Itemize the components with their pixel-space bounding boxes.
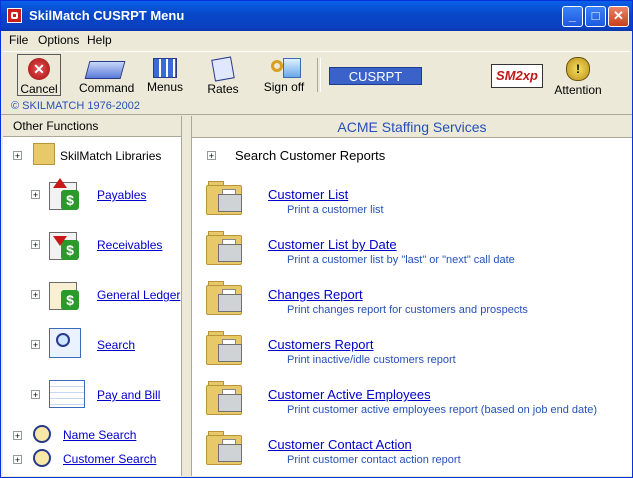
screen-id-field: CUSRPT [329,67,422,85]
skilmatch-libraries[interactable]: SkilMatch Libraries [60,149,161,163]
expand-icon[interactable]: + [31,340,40,350]
title-bar[interactable]: SkilMatch CUSRPT Menu _ □ ✕ [1,1,632,31]
pay-and-bill-link[interactable]: Pay and Bill [97,388,160,402]
library-icon [33,143,55,165]
command-icon [84,61,126,79]
name-search-link[interactable]: Name Search [63,428,136,442]
app-icon[interactable] [7,8,22,23]
expand-icon[interactable]: + [207,151,216,161]
report-changes[interactable]: Changes Report [268,287,363,302]
close-button[interactable]: ✕ [608,6,629,27]
menus-icon [153,58,177,78]
report-customer-list[interactable]: Customer List [268,187,348,202]
rates-button[interactable]: Rates [203,55,243,96]
section-title: Search Customer Reports [235,148,386,163]
rates-label: Rates [207,82,239,96]
printer-folder-icon [206,231,242,265]
command-label: Command [79,81,135,95]
attention-icon: ! [566,57,590,81]
printer-folder-icon [206,281,242,315]
cancel-label: Cancel [20,82,58,96]
copyright-bar: © SKILMATCH 1976-2002 [1,98,632,115]
menus-label: Menus [146,80,184,94]
printer-folder-icon [206,431,242,465]
report-customer-list-by-date[interactable]: Customer List by Date [268,237,397,252]
receivables-icon: $ [49,228,79,260]
toolbar-separator [317,58,321,92]
payables-link[interactable]: Payables [97,188,146,202]
general-ledger-link[interactable]: General Ledger [97,288,180,302]
toolbar: ✕ Cancel Command Menus Rates Sign off CU… [3,51,630,99]
customer-search-link[interactable]: Customer Search [63,452,156,466]
left-panel: Other Functions + SkilMatch Libraries + … [3,116,181,476]
maximize-button[interactable]: □ [585,6,606,27]
payables-icon: $ [49,178,79,210]
report-customers[interactable]: Customers Report [268,337,373,352]
key-icon [269,58,301,78]
report-description: Print a customer list [287,204,384,216]
attention-button[interactable]: ! Attention [553,55,603,97]
expand-icon[interactable]: + [13,151,22,161]
menu-bar: File Options Help [1,31,632,50]
search-link[interactable]: Search [97,338,135,352]
menu-file[interactable]: File [9,33,28,47]
skilmatch-logo[interactable]: SM2xp [491,64,543,88]
left-panel-header: Other Functions [3,116,181,137]
company-name: ACME Staffing Services [192,116,632,138]
menu-help[interactable]: Help [87,33,112,47]
report-customer-contact-action[interactable]: Customer Contact Action [268,437,412,452]
report-description: Print customer active employees report (… [287,404,597,416]
expand-icon[interactable]: + [31,240,40,250]
name-search-icon [33,425,51,443]
attention-label: Attention [554,83,602,97]
expand-icon[interactable]: + [13,431,22,441]
cancel-icon: ✕ [28,58,50,80]
report-description: Print inactive/idle customers report [287,354,456,366]
expand-icon[interactable]: + [31,190,40,200]
application-window: SkilMatch CUSRPT Menu _ □ ✕ File Options… [0,0,633,478]
report-description: Print a customer list by "last" or "next… [287,254,515,266]
pay-and-bill-icon [49,380,85,408]
command-button[interactable]: Command [79,55,135,95]
report-description: Print customer contact action report [287,454,461,466]
panel-splitter[interactable] [181,116,190,476]
minimize-button[interactable]: _ [562,6,583,27]
menus-button[interactable]: Menus [143,55,187,94]
report-description: Print changes report for customers and p… [287,304,528,316]
expand-icon[interactable]: + [31,390,40,400]
window-title: SkilMatch CUSRPT Menu [29,8,185,23]
search-icon [49,328,81,358]
general-ledger-icon: $ [49,278,79,310]
signoff-button[interactable]: Sign off [261,55,307,94]
expand-icon[interactable]: + [13,455,22,465]
expand-icon[interactable]: + [31,290,40,300]
printer-folder-icon [206,381,242,415]
customer-search-icon [33,449,51,467]
receivables-link[interactable]: Receivables [97,238,162,252]
cancel-button[interactable]: ✕ Cancel [17,54,61,96]
menu-options[interactable]: Options [38,33,79,47]
signoff-label: Sign off [263,80,305,94]
right-panel: ACME Staffing Services + Search Customer… [191,116,632,476]
report-customer-active-employees[interactable]: Customer Active Employees [268,387,431,402]
printer-folder-icon [206,181,242,215]
printer-folder-icon [206,331,242,365]
rates-icon [211,56,235,82]
